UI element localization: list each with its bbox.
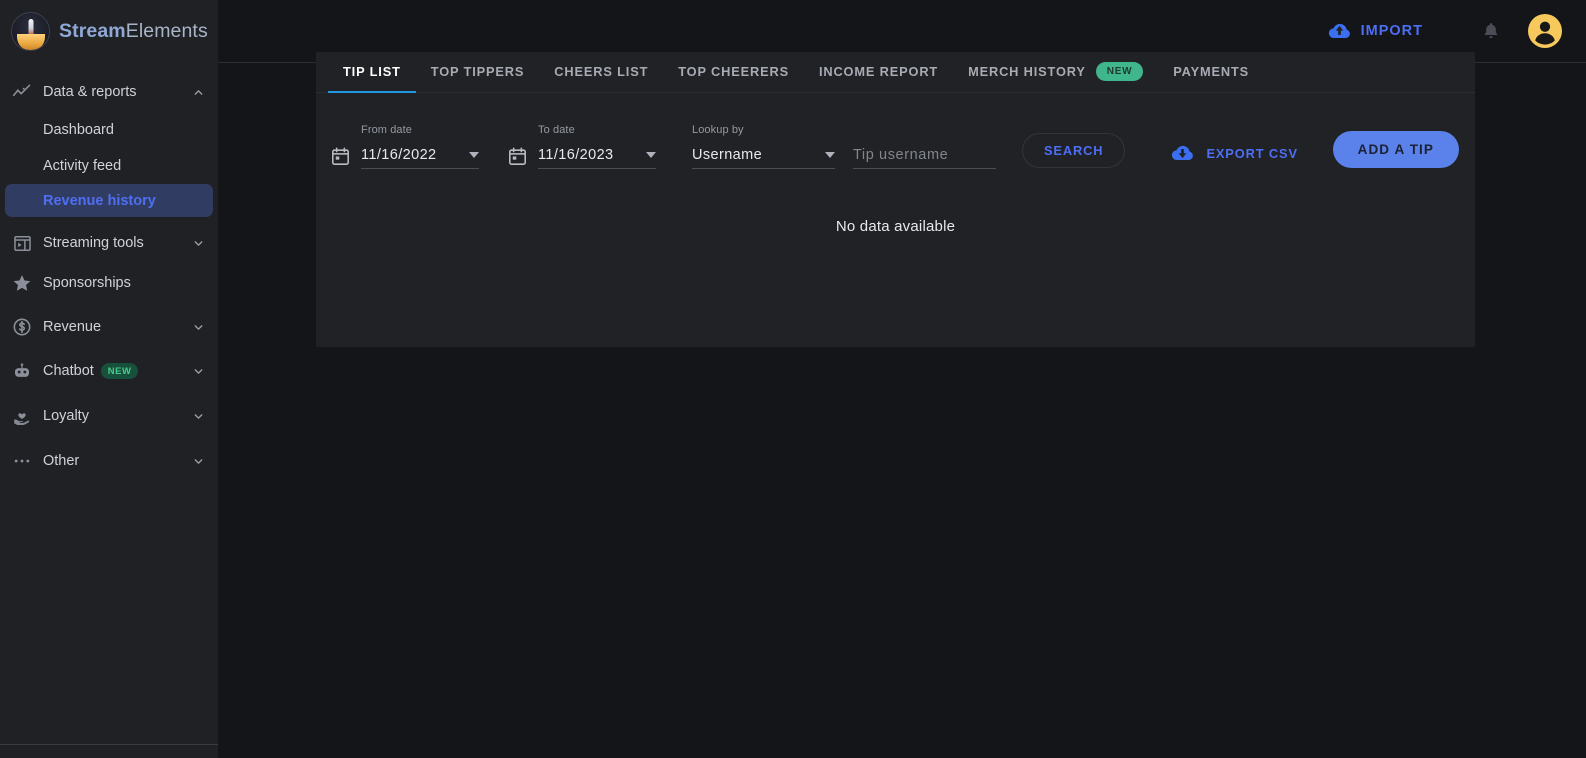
tab-merch-history[interactable]: MERCH HISTORY NEW — [953, 51, 1158, 92]
add-a-tip-button[interactable]: ADD A TIP — [1332, 131, 1459, 168]
tab-cheers-list[interactable]: CHEERS LIST — [539, 51, 663, 92]
sidebar-item-activity-feed[interactable]: Activity feed — [0, 148, 218, 184]
lookup-by-label: Lookup by — [692, 124, 744, 136]
to-date-field[interactable]: To date 11/16/2023 — [538, 124, 656, 169]
sidebar-item-loyalty[interactable]: Loyalty — [0, 396, 218, 436]
chevron-down-icon[interactable] — [192, 365, 205, 378]
tab-top-cheerers[interactable]: TOP CHEERERS — [663, 51, 804, 92]
sidebar-item-label: Revenue — [43, 319, 102, 335]
sidebar-item-other[interactable]: Other — [0, 441, 218, 481]
ellipsis-icon — [11, 450, 33, 472]
sidebar-item-label: Activity feed — [43, 158, 122, 174]
sidebar-item-label: Other — [43, 453, 80, 469]
hand-heart-icon — [11, 405, 33, 427]
cloud-upload-icon — [1327, 19, 1352, 44]
lookup-by-select[interactable]: Lookup by Username — [692, 124, 835, 169]
sidebar-item-chatbot[interactable]: Chatbot NEW — [0, 351, 218, 391]
sidebar-nav: Data & reports Dashboard Activity feed R… — [0, 63, 218, 481]
sidebar-item-label: Sponsorships — [43, 275, 131, 291]
to-date-group: To date 11/16/2023 — [506, 124, 656, 169]
calendar-icon[interactable] — [506, 145, 528, 167]
app-root: StreamElements Data & reports Dashboard — [0, 0, 1586, 758]
cloud-download-icon — [1170, 141, 1195, 166]
sidebar-bottom-divider — [0, 744, 218, 745]
tab-top-tippers[interactable]: TOP TIPPERS — [416, 51, 540, 92]
chevron-down-icon[interactable] — [192, 455, 205, 468]
tab-income-report[interactable]: INCOME REPORT — [804, 51, 953, 92]
sidebar-item-sponsorships[interactable]: Sponsorships — [0, 263, 218, 303]
sidebar-item-label: Loyalty — [43, 408, 89, 424]
search-button[interactable]: SEARCH — [1022, 133, 1126, 168]
calendar-icon[interactable] — [329, 145, 351, 167]
sidebar-no-chevron — [192, 277, 205, 290]
sidebar-item-label: Data & reports — [43, 84, 137, 100]
new-badge: NEW — [100, 363, 139, 380]
sidebar-item-label: Streaming tools — [43, 235, 144, 251]
caret-down-icon[interactable] — [825, 151, 835, 158]
sidebar-item-streaming-tools[interactable]: Streaming tools — [0, 223, 218, 263]
brand-name-bold: Stream — [59, 20, 126, 42]
import-label: IMPORT — [1360, 23, 1423, 39]
tab-tip-list[interactable]: TIP LIST — [328, 51, 416, 93]
tip-username-placeholder: Tip username — [853, 146, 949, 163]
brand-name-light: Elements — [125, 20, 208, 42]
sidebar-item-label: Chatbot NEW — [43, 363, 182, 380]
robot-icon — [11, 360, 33, 382]
sidebar-item-revenue[interactable]: Revenue — [0, 307, 218, 347]
dollar-circle-icon — [11, 316, 33, 338]
sidebar-subitems-data-and-reports: Dashboard Activity feed Revenue history — [0, 112, 218, 217]
filter-bar: From date 11/16/2022 To date 11/16/2023 … — [316, 93, 1475, 169]
from-date-field[interactable]: From date 11/16/2022 — [361, 124, 479, 169]
from-date-label: From date — [361, 124, 413, 136]
sidebar-item-data-and-reports[interactable]: Data & reports — [0, 72, 218, 112]
sidebar-item-label: Revenue history — [43, 192, 156, 209]
export-csv-button[interactable]: EXPORT CSV — [1170, 141, 1298, 166]
from-date-group: From date 11/16/2022 — [329, 124, 479, 169]
sidebar: StreamElements Data & reports Dashboard — [0, 0, 218, 758]
tab-payments[interactable]: PAYMENTS — [1158, 51, 1264, 92]
caret-down-icon[interactable] — [469, 151, 479, 158]
analytics-line-icon — [11, 81, 33, 103]
chevron-down-icon[interactable] — [192, 237, 205, 250]
user-avatar-icon[interactable] — [1528, 14, 1562, 48]
tip-list-panel: TIP LIST TOP TIPPERS CHEERS LIST TOP CHE… — [316, 52, 1475, 347]
from-date-value: 11/16/2022 — [361, 146, 437, 163]
brand-name: StreamElements — [59, 20, 208, 43]
export-csv-label: EXPORT CSV — [1206, 146, 1298, 161]
to-date-label: To date — [538, 124, 575, 136]
import-button[interactable]: IMPORT — [1327, 19, 1423, 44]
empty-state-message: No data available — [835, 218, 956, 235]
chevron-up-icon[interactable] — [192, 86, 205, 99]
streamelements-logo-icon — [11, 12, 50, 51]
panel-tabs: TIP LIST TOP TIPPERS CHEERS LIST TOP CHE… — [316, 52, 1475, 93]
chevron-down-icon[interactable] — [192, 321, 205, 334]
tip-username-spacer — [853, 124, 996, 136]
new-badge: NEW — [1095, 62, 1144, 81]
lookup-by-value: Username — [692, 146, 763, 163]
star-icon — [11, 272, 33, 294]
tip-username-input[interactable]: Tip username — [853, 124, 996, 169]
sidebar-item-label: Dashboard — [43, 122, 114, 138]
bell-icon[interactable] — [1476, 16, 1506, 46]
sidebar-item-dashboard[interactable]: Dashboard — [0, 112, 218, 148]
caret-down-icon[interactable] — [646, 151, 656, 158]
sidebar-item-revenue-history[interactable]: Revenue history — [5, 184, 213, 217]
video-layout-icon — [11, 232, 33, 254]
to-date-value: 11/16/2023 — [538, 146, 614, 163]
main-area: IMPORT TIP LIST TOP TIPPERS CHEERS LIST … — [218, 0, 1586, 758]
chevron-down-icon[interactable] — [192, 410, 205, 423]
brand-logo-area[interactable]: StreamElements — [0, 0, 218, 63]
